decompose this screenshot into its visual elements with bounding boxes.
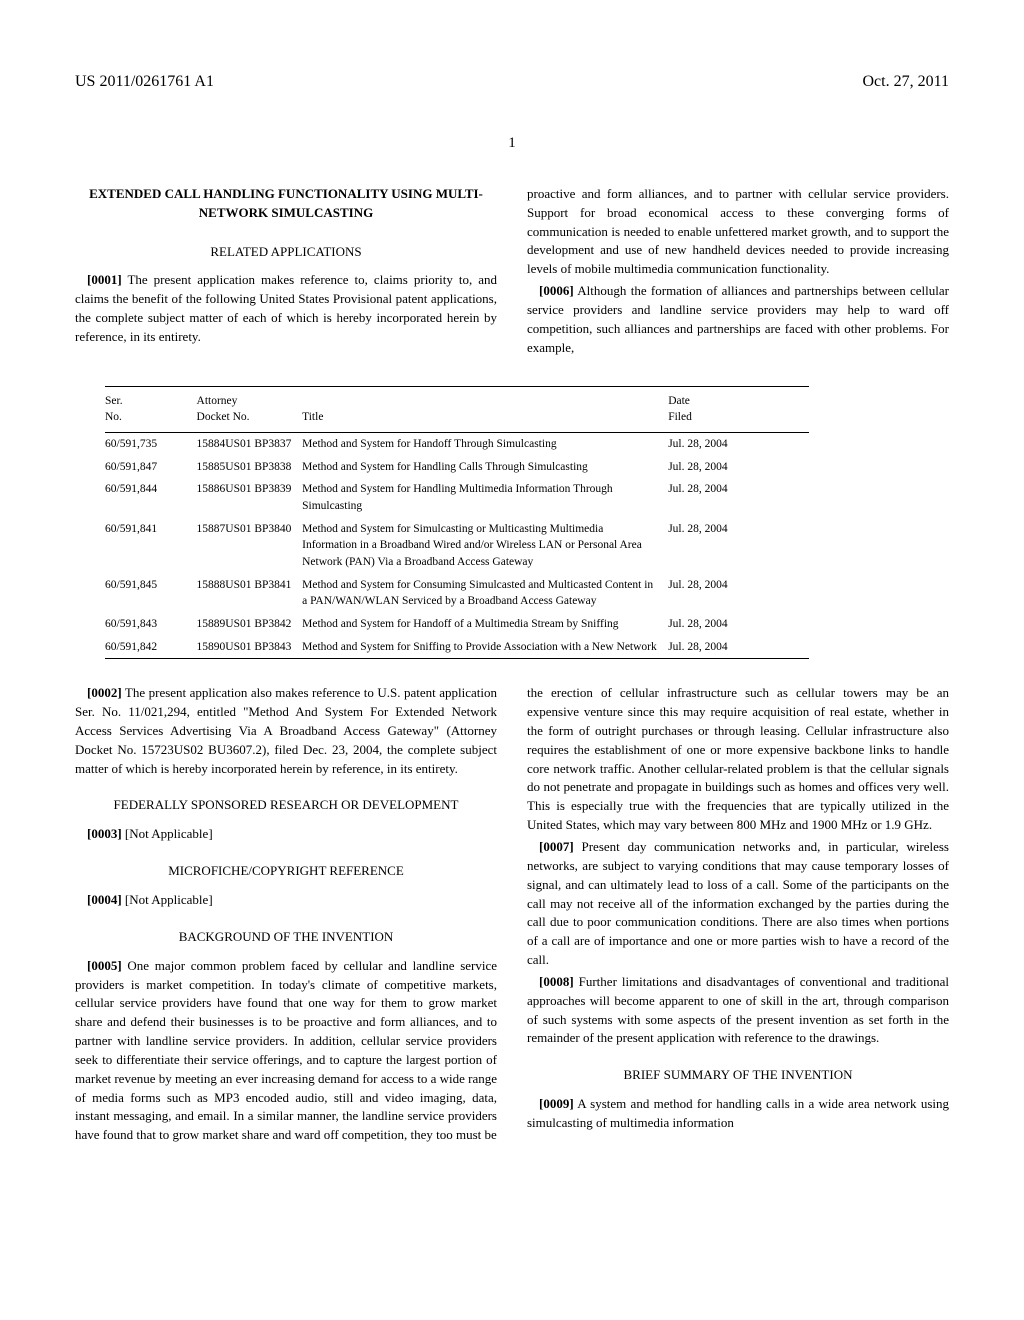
th-date: DateFiled xyxy=(668,386,809,432)
section-microfiche: MICROFICHE/COPYRIGHT REFERENCE xyxy=(75,862,497,881)
cell-serial: 60/591,735 xyxy=(105,432,197,455)
right-column-bottom: the erection of cellular infrastructure … xyxy=(527,684,949,1148)
table-row: 60/591,84415886US01 BP3839Method and Sys… xyxy=(105,478,809,517)
cell-title: Method and System for Handoff of a Multi… xyxy=(302,613,668,636)
applications-table: Ser.No. AttorneyDocket No. Title DateFil… xyxy=(105,386,809,660)
para-num: [0008] xyxy=(539,974,574,989)
cell-docket: 15887US01 BP3840 xyxy=(197,518,303,574)
para-num: [0006] xyxy=(539,283,574,298)
cell-title: Method and System for Handling Calls Thr… xyxy=(302,456,668,479)
para-text: Although the formation of alliances and … xyxy=(527,283,949,355)
cell-title: Method and System for Handoff Through Si… xyxy=(302,432,668,455)
para-text: The present application makes reference … xyxy=(75,272,497,344)
table-row: 60/591,84715885US01 BP3838Method and Sys… xyxy=(105,456,809,479)
section-background: BACKGROUND OF THE INVENTION xyxy=(75,928,497,947)
publication-date: Oct. 27, 2011 xyxy=(862,70,949,93)
table-row: 60/591,84115887US01 BP3840Method and Sys… xyxy=(105,518,809,574)
cell-date: Jul. 28, 2004 xyxy=(668,636,809,659)
document-title: EXTENDED CALL HANDLING FUNCTIONALITY USI… xyxy=(75,185,497,223)
th-title: Title xyxy=(302,386,668,432)
paragraph-0003: [0003] [Not Applicable] xyxy=(75,825,497,844)
cell-date: Jul. 28, 2004 xyxy=(668,478,809,517)
para-num: [0001] xyxy=(87,272,122,287)
cell-date: Jul. 28, 2004 xyxy=(668,432,809,455)
paragraph-0006: [0006] Although the formation of allianc… xyxy=(527,282,949,357)
section-related-apps: RELATED APPLICATIONS xyxy=(75,243,497,262)
cell-serial: 60/591,845 xyxy=(105,574,197,613)
top-columns: EXTENDED CALL HANDLING FUNCTIONALITY USI… xyxy=(75,185,949,361)
publication-number: US 2011/0261761 A1 xyxy=(75,70,214,93)
table-header-row: Ser.No. AttorneyDocket No. Title DateFil… xyxy=(105,386,809,432)
section-summary: BRIEF SUMMARY OF THE INVENTION xyxy=(527,1066,949,1085)
cell-date: Jul. 28, 2004 xyxy=(668,613,809,636)
cell-docket: 15884US01 BP3837 xyxy=(197,432,303,455)
paragraph-0004: [0004] [Not Applicable] xyxy=(75,891,497,910)
section-federal: FEDERALLY SPONSORED RESEARCH OR DEVELOPM… xyxy=(75,796,497,815)
paragraph-0005: [0005] One major common problem faced by… xyxy=(75,957,497,1145)
para-text: [Not Applicable] xyxy=(125,826,213,841)
cell-docket: 15885US01 BP3838 xyxy=(197,456,303,479)
para-text: A system and method for handling calls i… xyxy=(527,1096,949,1130)
cell-docket: 15889US01 BP3842 xyxy=(197,613,303,636)
para-num: [0002] xyxy=(87,685,122,700)
para-num: [0004] xyxy=(87,892,122,907)
cell-serial: 60/591,843 xyxy=(105,613,197,636)
cell-docket: 15890US01 BP3843 xyxy=(197,636,303,659)
cell-date: Jul. 28, 2004 xyxy=(668,456,809,479)
cell-title: Method and System for Handling Multimedi… xyxy=(302,478,668,517)
para-text: One major common problem faced by cellul… xyxy=(75,958,497,1143)
para-text: [Not Applicable] xyxy=(125,892,213,907)
cell-serial: 60/591,842 xyxy=(105,636,197,659)
cell-serial: 60/591,844 xyxy=(105,478,197,517)
table-row: 60/591,73515884US01 BP3837Method and Sys… xyxy=(105,432,809,455)
cell-title: Method and System for Sniffing to Provid… xyxy=(302,636,668,659)
paragraph-0005-cont: proactive and form alliances, and to par… xyxy=(527,185,949,279)
paragraph-0008: [0008] Further limitations and disadvant… xyxy=(527,973,949,1048)
page-header: US 2011/0261761 A1 Oct. 27, 2011 xyxy=(75,70,949,93)
bottom-columns: [0002] The present application also make… xyxy=(75,684,949,1148)
cell-title: Method and System for Simulcasting or Mu… xyxy=(302,518,668,574)
para-text: Further limitations and disadvantages of… xyxy=(527,974,949,1046)
para-num: [0007] xyxy=(539,839,574,854)
left-column-bottom: [0002] The present application also make… xyxy=(75,684,497,1148)
para-num: [0005] xyxy=(87,958,122,973)
para-num: [0009] xyxy=(539,1096,574,1111)
th-serial: Ser.No. xyxy=(105,386,197,432)
paragraph-0007: [0007] Present day communication network… xyxy=(527,838,949,970)
left-column-top: EXTENDED CALL HANDLING FUNCTIONALITY USI… xyxy=(75,185,497,361)
paragraph-0002: [0002] The present application also make… xyxy=(75,684,497,778)
para-text: The present application also makes refer… xyxy=(75,685,497,775)
para-num: [0003] xyxy=(87,826,122,841)
cell-serial: 60/591,847 xyxy=(105,456,197,479)
applications-table-container: Ser.No. AttorneyDocket No. Title DateFil… xyxy=(75,386,949,660)
th-docket: AttorneyDocket No. xyxy=(197,386,303,432)
cell-docket: 15886US01 BP3839 xyxy=(197,478,303,517)
table-row: 60/591,84215890US01 BP3843Method and Sys… xyxy=(105,636,809,659)
paragraph-0006-cont: the erection of cellular infrastructure … xyxy=(527,684,949,835)
cell-date: Jul. 28, 2004 xyxy=(668,574,809,613)
table-row: 60/591,84515888US01 BP3841Method and Sys… xyxy=(105,574,809,613)
cell-serial: 60/591,841 xyxy=(105,518,197,574)
page-number: 1 xyxy=(75,133,949,155)
paragraph-0001: [0001] The present application makes ref… xyxy=(75,271,497,346)
cell-date: Jul. 28, 2004 xyxy=(668,518,809,574)
right-column-top: proactive and form alliances, and to par… xyxy=(527,185,949,361)
cell-title: Method and System for Consuming Simulcas… xyxy=(302,574,668,613)
para-text: Present day communication networks and, … xyxy=(527,839,949,967)
table-row: 60/591,84315889US01 BP3842Method and Sys… xyxy=(105,613,809,636)
paragraph-0009: [0009] A system and method for handling … xyxy=(527,1095,949,1133)
cell-docket: 15888US01 BP3841 xyxy=(197,574,303,613)
